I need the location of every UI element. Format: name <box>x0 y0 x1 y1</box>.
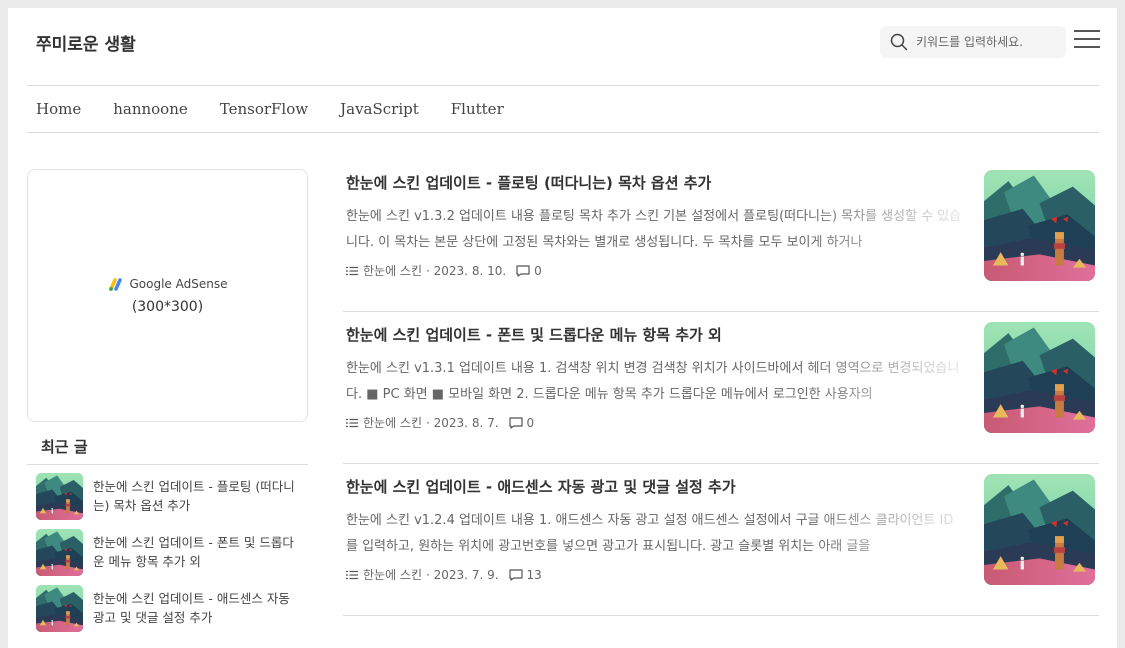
category-list-icon <box>346 418 358 428</box>
post-date: · 2023. 7. 9. <box>426 567 499 582</box>
post-category[interactable]: 한눈에 스킨 <box>363 414 422 431</box>
comment-icon <box>516 264 530 277</box>
search-icon[interactable] <box>890 33 908 51</box>
post-excerpt: 한눈에 스킨 v1.2.4 업데이트 내용 1. 애드센스 자동 광고 설정 애… <box>346 513 954 554</box>
adsense-placeholder[interactable]: Google AdSense (300*300) <box>27 169 308 422</box>
site-title[interactable]: 쭈미로운 생활 <box>36 30 136 55</box>
header-divider <box>27 85 1099 86</box>
adsense-logo-icon <box>108 277 124 291</box>
page: 쭈미로운 생활 Home hannoone TensorFlow JavaScr… <box>8 8 1117 648</box>
adsense-brand: Google AdSense <box>108 277 228 291</box>
comment-icon <box>508 568 523 581</box>
recent-post-title[interactable]: 한눈에 스킨 업데이트 - 애드센스 자동 광고 및 댓글 설정 추가 <box>93 589 298 627</box>
recent-post-item[interactable]: 한눈에 스킨 업데이트 - 폰트 및 드롭다운 메뉴 항목 추가 외 <box>36 529 304 585</box>
search-input[interactable] <box>916 35 1056 49</box>
comment-count: 0 <box>534 263 542 278</box>
nav-item-javascript[interactable]: JavaScript <box>340 100 419 118</box>
recent-posts-title: 최근 글 <box>41 438 88 456</box>
category-list-icon <box>346 570 358 580</box>
nav-item-flutter[interactable]: Flutter <box>451 100 504 118</box>
adsense-brand-label: Google AdSense <box>129 276 228 291</box>
recent-post-item[interactable]: 한눈에 스킨 업데이트 - 플로팅 (떠다니는) 목차 옵션 추가 <box>36 473 304 529</box>
post-title[interactable]: 한눈에 스킨 업데이트 - 플로팅 (떠다니는) 목차 옵션 추가 <box>346 172 711 193</box>
post-category[interactable]: 한눈에 스킨 <box>363 566 422 583</box>
post-date: · 2023. 8. 7. <box>426 415 499 430</box>
post-thumbnail[interactable] <box>984 170 1095 281</box>
recent-post-thumbnail[interactable] <box>36 585 83 632</box>
post-card[interactable]: 한눈에 스킨 업데이트 - 애드센스 자동 광고 및 댓글 설정 추가 한눈에 … <box>343 464 1099 616</box>
nav-item-hannoone[interactable]: hannoone <box>113 100 188 118</box>
recent-post-title[interactable]: 한눈에 스킨 업데이트 - 플로팅 (떠다니는) 목차 옵션 추가 <box>93 477 298 515</box>
recent-divider <box>27 464 308 465</box>
search-box[interactable] <box>880 26 1066 58</box>
nav-item-tensorflow[interactable]: TensorFlow <box>220 100 308 118</box>
post-meta: 한눈에 스킨 · 2023. 7. 9. 13 <box>346 566 542 583</box>
post-card[interactable]: 한눈에 스킨 업데이트 - 폰트 및 드롭다운 메뉴 항목 추가 외 한눈에 스… <box>343 312 1099 464</box>
post-list: 한눈에 스킨 업데이트 - 플로팅 (떠다니는) 목차 옵션 추가 한눈에 스킨… <box>343 160 1099 616</box>
adsense-size: (300*300) <box>131 298 204 315</box>
post-thumbnail[interactable] <box>984 322 1095 433</box>
post-title[interactable]: 한눈에 스킨 업데이트 - 폰트 및 드롭다운 메뉴 항목 추가 외 <box>346 324 722 345</box>
recent-post-title[interactable]: 한눈에 스킨 업데이트 - 폰트 및 드롭다운 메뉴 항목 추가 외 <box>93 533 298 571</box>
comment-count: 0 <box>526 415 535 430</box>
post-card[interactable]: 한눈에 스킨 업데이트 - 플로팅 (떠다니는) 목차 옵션 추가 한눈에 스킨… <box>343 160 1099 312</box>
recent-posts-list: 한눈에 스킨 업데이트 - 플로팅 (떠다니는) 목차 옵션 추가 한눈에 스킨… <box>36 473 304 641</box>
post-excerpt: 한눈에 스킨 v1.3.1 업데이트 내용 1. 검색창 위치 변경 검색창 위… <box>346 361 960 402</box>
recent-post-thumbnail[interactable] <box>36 473 83 520</box>
post-excerpt: 한눈에 스킨 v1.3.2 업데이트 내용 플로팅 목차 추가 스킨 기본 설정… <box>346 209 962 250</box>
main-nav: Home hannoone TensorFlow JavaScript Flut… <box>36 100 504 118</box>
category-list-icon <box>346 266 358 276</box>
recent-post-item[interactable]: 한눈에 스킨 업데이트 - 애드센스 자동 광고 및 댓글 설정 추가 <box>36 585 304 641</box>
post-title[interactable]: 한눈에 스킨 업데이트 - 애드센스 자동 광고 및 댓글 설정 추가 <box>346 476 736 497</box>
nav-divider <box>27 132 1099 133</box>
recent-post-thumbnail[interactable] <box>36 529 83 576</box>
post-meta: 한눈에 스킨 · 2023. 8. 7. 0 <box>346 414 534 431</box>
comment-icon <box>508 416 523 429</box>
post-category[interactable]: 한눈에 스킨 <box>363 262 422 279</box>
post-thumbnail[interactable] <box>984 474 1095 585</box>
post-meta: 한눈에 스킨 · 2023. 8. 10. 0 <box>346 262 542 279</box>
hamburger-menu-icon[interactable] <box>1074 30 1100 52</box>
nav-item-home[interactable]: Home <box>36 100 81 118</box>
post-date: · 2023. 8. 10. <box>426 263 507 278</box>
comment-count: 13 <box>526 567 542 582</box>
